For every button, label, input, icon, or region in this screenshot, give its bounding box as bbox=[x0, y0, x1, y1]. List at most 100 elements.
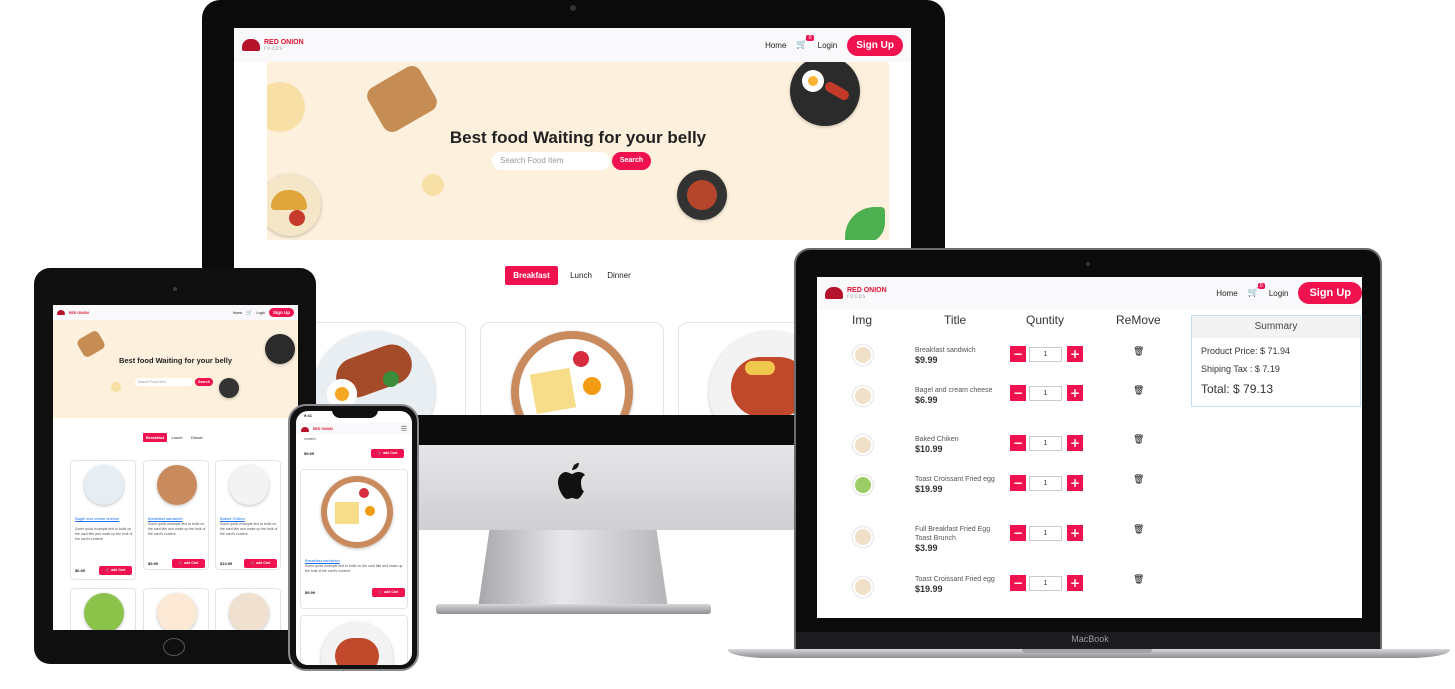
header-img: Img bbox=[852, 313, 873, 327]
food-card[interactable] bbox=[480, 322, 664, 415]
increase-button[interactable]: + bbox=[1067, 525, 1083, 541]
tab-dinner[interactable]: Dinner bbox=[187, 433, 207, 442]
decor-circle bbox=[422, 174, 444, 196]
search-input[interactable]: Search Food Item bbox=[492, 152, 610, 170]
decrease-button[interactable]: − bbox=[1010, 525, 1026, 541]
nav-home-link[interactable]: Home bbox=[233, 311, 242, 315]
quantity-input[interactable]: 1 bbox=[1029, 436, 1062, 451]
tab-breakfast[interactable]: Breakfast bbox=[505, 266, 558, 285]
navbar: RED ONION ☰ bbox=[296, 423, 412, 435]
add-cart-button[interactable]: 🛒 add Cart bbox=[371, 449, 404, 458]
cart-icon[interactable]: 🛒 0 bbox=[796, 35, 814, 50]
cart-icon[interactable]: 🛒 bbox=[246, 310, 252, 316]
trash-icon[interactable]: 🗑 bbox=[1133, 575, 1144, 585]
macbook-label: MacBook bbox=[1071, 634, 1109, 644]
food-card[interactable]: Breakfast sandwich Some quick example te… bbox=[300, 469, 408, 609]
card-title-link[interactable]: Breakfast sandwich bbox=[305, 558, 340, 563]
macbook-notch bbox=[1022, 649, 1152, 653]
item-thumb bbox=[853, 345, 873, 365]
tab-dinner[interactable]: Dinner bbox=[602, 266, 636, 285]
item-thumb bbox=[853, 577, 873, 597]
imac-stand bbox=[478, 530, 668, 608]
quantity-input[interactable]: 1 bbox=[1029, 576, 1062, 591]
tab-lunch[interactable]: Lunch bbox=[169, 433, 185, 442]
decrease-button[interactable]: − bbox=[1010, 346, 1026, 362]
hero-banner: Best food Waiting for your belly Search … bbox=[267, 62, 889, 240]
increase-button[interactable]: + bbox=[1067, 385, 1083, 401]
cart-icon[interactable]: 🛒 0 bbox=[1248, 283, 1265, 298]
decrease-button[interactable]: − bbox=[1010, 435, 1026, 451]
nav-login-link[interactable]: Login bbox=[256, 311, 265, 315]
increase-button[interactable]: + bbox=[1067, 435, 1083, 451]
item-title: Toast Croissant Fried egg $19.99 bbox=[915, 575, 997, 594]
increase-button[interactable]: + bbox=[1067, 346, 1083, 362]
nav-home-link[interactable]: Home bbox=[1216, 289, 1237, 298]
food-image bbox=[229, 593, 269, 630]
tab-breakfast[interactable]: Breakfast bbox=[143, 433, 167, 442]
product-price: Product Price: $ 71.94 bbox=[1201, 346, 1291, 356]
item-price: $6.99 bbox=[915, 395, 938, 405]
cart-row: Toast Croissant Fried egg $19.99 − 1 + 🗑 bbox=[817, 575, 1187, 618]
food-card[interactable] bbox=[70, 588, 136, 630]
signup-button[interactable]: Sign Up bbox=[847, 34, 903, 56]
onion-logo-icon bbox=[242, 39, 260, 51]
nav-login-link[interactable]: Login bbox=[1269, 289, 1289, 298]
search-button[interactable]: Search bbox=[612, 152, 651, 170]
signup-button[interactable]: Sign Up bbox=[1298, 282, 1362, 304]
card-title-link[interactable]: Breakfast sandwich bbox=[148, 516, 208, 521]
card-title-link[interactable]: Bagel and cream cheese bbox=[75, 516, 135, 521]
card-description: Some quick example text to build on the … bbox=[75, 527, 133, 541]
food-card[interactable] bbox=[300, 615, 408, 665]
item-price: $10.99 bbox=[915, 444, 943, 454]
card-price: $6.99 bbox=[75, 568, 86, 573]
food-card[interactable]: Baked Chiken Some quick example text to … bbox=[215, 460, 281, 570]
trash-icon[interactable]: 🗑 bbox=[1133, 386, 1144, 396]
quantity-input[interactable]: 1 bbox=[1029, 476, 1062, 491]
eggs-plate-icon bbox=[790, 62, 860, 126]
trash-icon[interactable]: 🗑 bbox=[1133, 525, 1144, 535]
add-cart-button[interactable]: 🛒 add Cart bbox=[244, 559, 277, 568]
quantity-input[interactable]: 1 bbox=[1029, 526, 1062, 541]
brand-logo[interactable]: RED ONION bbox=[57, 310, 89, 315]
quantity-input[interactable]: 1 bbox=[1029, 347, 1062, 362]
add-cart-button[interactable]: 🛒 add Cart bbox=[99, 566, 132, 575]
brand-logo[interactable]: RED ONION FOODS bbox=[825, 287, 887, 299]
food-card[interactable] bbox=[215, 588, 281, 630]
search-button[interactable]: Search bbox=[195, 378, 213, 386]
brand-logo[interactable]: RED ONION bbox=[301, 426, 333, 432]
food-card[interactable]: Breakfast sandwich Some quick example te… bbox=[143, 460, 209, 570]
cutting-board-icon bbox=[363, 62, 441, 136]
card-title-link[interactable]: Baked Chiken bbox=[220, 516, 280, 521]
food-card[interactable] bbox=[143, 588, 209, 630]
quantity-input[interactable]: 1 bbox=[1029, 386, 1062, 401]
brand-name: RED ONION bbox=[313, 427, 333, 431]
menu-icon[interactable]: ☰ bbox=[401, 425, 407, 433]
decrease-button[interactable]: − bbox=[1010, 385, 1026, 401]
increase-button[interactable]: + bbox=[1067, 575, 1083, 591]
trash-icon[interactable]: 🗑 bbox=[1133, 347, 1144, 357]
brand-name: RED ONION bbox=[847, 287, 887, 294]
shipping-tax: Shiping Tax : $ 7.19 bbox=[1201, 364, 1280, 374]
decrease-button[interactable]: − bbox=[1010, 575, 1026, 591]
hero-title: Best food Waiting for your belly bbox=[449, 128, 707, 147]
card-price: $10.99 bbox=[220, 561, 233, 566]
imac-foot bbox=[436, 604, 711, 614]
tab-lunch[interactable]: Lunch bbox=[566, 266, 596, 285]
add-cart-button[interactable]: 🛒 add Cart bbox=[172, 559, 205, 568]
item-thumb bbox=[853, 475, 873, 495]
nav-home-link[interactable]: Home bbox=[765, 41, 786, 50]
nav-login-link[interactable]: Login bbox=[818, 41, 838, 50]
navbar: RED ONION FOODS Home 🛒 0 Login Sign Up bbox=[817, 277, 1362, 309]
increase-button[interactable]: + bbox=[1067, 475, 1083, 491]
add-cart-button[interactable]: 🛒 add Cart bbox=[372, 588, 405, 597]
decor-circle bbox=[267, 82, 305, 132]
decrease-button[interactable]: − bbox=[1010, 475, 1026, 491]
search-input[interactable]: Search Food Item bbox=[135, 378, 193, 386]
trash-icon[interactable]: 🗑 bbox=[1133, 475, 1144, 485]
item-title: Baked Chiken $10.99 bbox=[915, 435, 997, 454]
food-card[interactable]: Bagel and cream cheese Some quick exampl… bbox=[70, 460, 136, 580]
signup-button[interactable]: Sign Up bbox=[269, 308, 294, 317]
brand-logo[interactable]: RED ONION FOODS bbox=[242, 39, 304, 51]
trash-icon[interactable]: 🗑 bbox=[1133, 435, 1144, 445]
food-image bbox=[157, 465, 197, 505]
